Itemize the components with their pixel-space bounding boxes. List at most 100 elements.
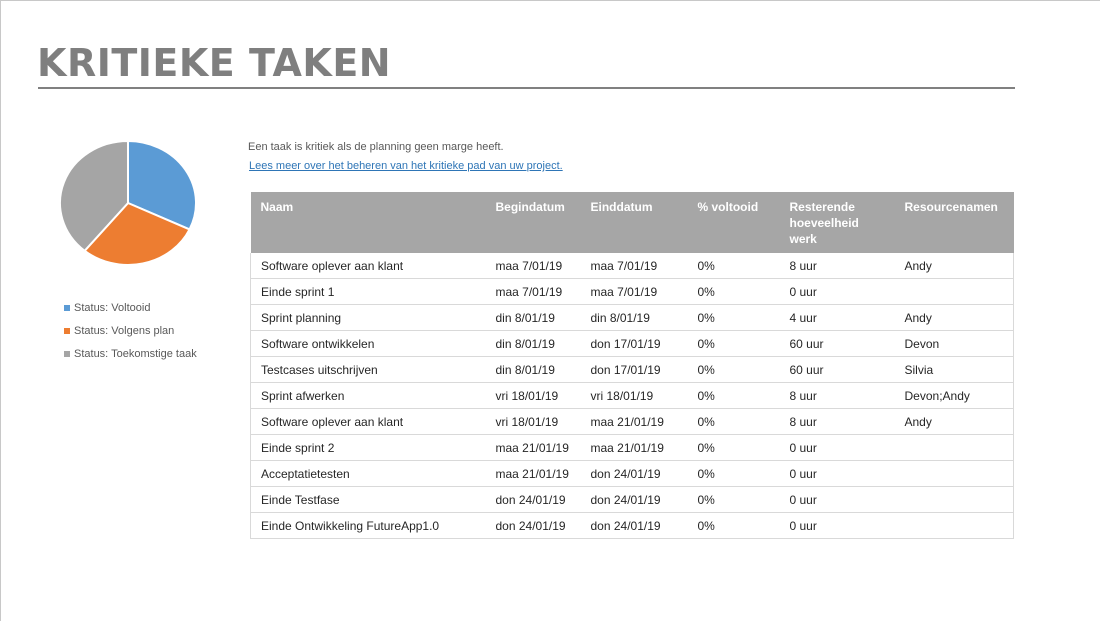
intro-text: Een taak is kritiek als de planning geen… (248, 141, 504, 153)
cell-resterend-werk: 8 uur (779, 382, 895, 409)
cell-einddatum: din 8/01/19 (580, 304, 688, 331)
table-row[interactable]: Einde Ontwikkeling FutureApp1.0 don 24/01… (250, 512, 1014, 539)
cell-resourcenamen (894, 460, 1014, 487)
cell-pct-voltooid: 0% (687, 382, 780, 409)
title-underline (38, 87, 1015, 89)
cell-naam: Einde sprint 2 (250, 434, 486, 461)
cell-einddatum: vri 18/01/19 (580, 382, 688, 409)
cell-resterend-werk: 60 uur (779, 330, 895, 357)
cell-naam: Einde Ontwikkeling FutureApp1.0 (250, 512, 486, 539)
critical-tasks-table: Naam Begindatum Einddatum % voltooid Res… (250, 192, 1014, 539)
cell-pct-voltooid: 0% (687, 278, 780, 305)
cell-naam: Software oplever aan klant (250, 408, 486, 435)
critical-path-help-link[interactable]: Lees meer over het beheren van het kriti… (249, 160, 563, 172)
cell-resourcenamen: Andy (894, 408, 1014, 435)
cell-resourcenamen (894, 434, 1014, 461)
cell-pct-voltooid: 0% (687, 253, 780, 279)
cell-pct-voltooid: 0% (687, 486, 780, 513)
cell-einddatum: maa 7/01/19 (580, 278, 688, 305)
cell-pct-voltooid: 0% (687, 408, 780, 435)
cell-naam: Testcases uitschrijven (250, 356, 486, 383)
legend-label: Status: Voltooid (74, 301, 151, 314)
cell-naam: Acceptatietesten (250, 460, 486, 487)
legend-item: Status: Voltooid (64, 296, 197, 319)
cell-naam: Einde Testfase (250, 486, 486, 513)
table-row[interactable]: Einde sprint 1 maa 7/01/19 maa 7/01/19 0% 0 … (250, 278, 1014, 305)
cell-resterend-werk: 4 uur (779, 304, 895, 331)
table-row[interactable]: Sprint afwerken vri 18/01/19 vri 18/01/19 0… (250, 382, 1014, 409)
table-header-row: Naam Begindatum Einddatum % voltooid Res… (250, 192, 1014, 253)
legend-item: Status: Volgens plan (64, 319, 197, 342)
frame-top-border (0, 0, 1100, 1)
cell-pct-voltooid: 0% (687, 460, 780, 487)
cell-naam: Einde sprint 1 (250, 278, 486, 305)
cell-begindatum: din 8/01/19 (485, 304, 581, 331)
page-title: KRITIEKE TAKEN (37, 41, 392, 85)
cell-begindatum: din 8/01/19 (485, 330, 581, 357)
cell-naam: Software oplever aan klant (250, 253, 486, 279)
cell-pct-voltooid: 0% (687, 356, 780, 383)
cell-resourcenamen (894, 278, 1014, 305)
cell-begindatum: vri 18/01/19 (485, 408, 581, 435)
table-row[interactable]: Einde sprint 2 maa 21/01/19 maa 21/01/19 0%… (250, 434, 1014, 461)
cell-resourcenamen (894, 486, 1014, 513)
pie-svg (59, 139, 197, 266)
col-header-resourcenamen[interactable]: Resourcenamen (894, 192, 1014, 253)
cell-resterend-werk: 0 uur (779, 486, 895, 513)
cell-begindatum: din 8/01/19 (485, 356, 581, 383)
col-header-einddatum[interactable]: Einddatum (580, 192, 688, 253)
cell-einddatum: don 24/01/19 (580, 512, 688, 539)
legend-label: Status: Volgens plan (74, 324, 175, 337)
table-row[interactable]: Acceptatietesten maa 21/01/19 don 24/01/19… (250, 460, 1014, 487)
cell-begindatum: maa 7/01/19 (485, 253, 581, 279)
cell-pct-voltooid: 0% (687, 512, 780, 539)
table-row[interactable]: Einde Testfase don 24/01/19 don 24/01/19 0%… (250, 486, 1014, 513)
cell-einddatum: don 17/01/19 (580, 330, 688, 357)
table-row[interactable]: Software oplever aan klant maa 7/01/19 maa… (250, 253, 1014, 279)
cell-naam: Sprint afwerken (250, 382, 486, 409)
cell-begindatum: maa 21/01/19 (485, 434, 581, 461)
status-pie-chart[interactable] (58, 139, 198, 266)
cell-einddatum: don 24/01/19 (580, 460, 688, 487)
cell-begindatum: maa 7/01/19 (485, 278, 581, 305)
col-header-naam[interactable]: Naam (250, 192, 486, 253)
cell-einddatum: maa 21/01/19 (580, 408, 688, 435)
frame-left-border (0, 0, 1, 621)
table-row[interactable]: Software ontwikkelen din 8/01/19 don 17/01… (250, 330, 1014, 357)
cell-resterend-werk: 0 uur (779, 278, 895, 305)
legend-swatch (64, 350, 70, 357)
cell-resterend-werk: 60 uur (779, 356, 895, 383)
cell-resourcenamen (894, 512, 1014, 539)
cell-resterend-werk: 0 uur (779, 512, 895, 539)
cell-resterend-werk: 8 uur (779, 253, 895, 279)
cell-resourcenamen: Andy (894, 253, 1014, 279)
legend-item: Status: Toekomstige taak (64, 342, 197, 365)
table-row[interactable]: Testcases uitschrijven din 8/01/19 don 17/… (250, 356, 1014, 383)
pie-legend: Status: Voltooid Status: Volgens plan Stat… (64, 296, 197, 365)
table-row[interactable]: Sprint planning din 8/01/19 din 8/01/19 0% 4… (250, 304, 1014, 331)
cell-einddatum: don 24/01/19 (580, 486, 688, 513)
cell-resourcenamen: Andy (894, 304, 1014, 331)
cell-begindatum: don 24/01/19 (485, 486, 581, 513)
cell-resourcenamen: Devon (894, 330, 1014, 357)
cell-begindatum: vri 18/01/19 (485, 382, 581, 409)
cell-resourcenamen: Silvia (894, 356, 1014, 383)
legend-label: Status: Toekomstige taak (74, 347, 197, 360)
cell-pct-voltooid: 0% (687, 304, 780, 331)
cell-begindatum: maa 21/01/19 (485, 460, 581, 487)
cell-naam: Sprint planning (250, 304, 486, 331)
col-header-pct-voltooid[interactable]: % voltooid (687, 192, 780, 253)
cell-resourcenamen: Devon;Andy (894, 382, 1014, 409)
cell-einddatum: maa 7/01/19 (580, 253, 688, 279)
legend-swatch (64, 304, 70, 311)
cell-einddatum: don 17/01/19 (580, 356, 688, 383)
cell-pct-voltooid: 0% (687, 434, 780, 461)
cell-begindatum: don 24/01/19 (485, 512, 581, 539)
cell-resterend-werk: 0 uur (779, 434, 895, 461)
col-header-resterend-werk[interactable]: Resterende hoeveelheid werk (779, 192, 895, 253)
cell-resterend-werk: 8 uur (779, 408, 895, 435)
cell-pct-voltooid: 0% (687, 330, 780, 357)
table-row[interactable]: Software oplever aan klant vri 18/01/19 ma… (250, 408, 1014, 435)
col-header-begindatum[interactable]: Begindatum (485, 192, 581, 253)
cell-naam: Software ontwikkelen (250, 330, 486, 357)
